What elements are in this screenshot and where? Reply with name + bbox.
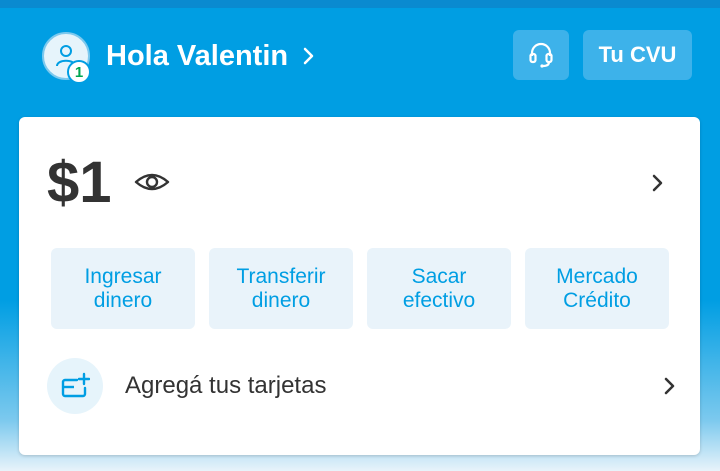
account-card: $1 Ingresar dinero Transferir dinero Sac… [19,117,700,455]
deposit-money-button[interactable]: Ingresar dinero [51,248,195,329]
chevron-right-icon[interactable] [651,173,665,193]
level-badge: 1 [67,60,91,84]
transfer-money-button[interactable]: Transferir dinero [209,248,353,329]
add-card-icon [61,372,90,398]
add-cards-row[interactable]: Agregá tus tarjetas [47,357,677,415]
top-status-strip [0,0,720,8]
action-label: Ingresar dinero [84,264,162,312]
headset-icon [529,42,553,68]
chevron-right-icon [303,47,314,65]
add-cards-label: Agregá tus tarjetas [125,372,327,399]
mercado-credito-button[interactable]: Mercado Crédito [525,248,669,329]
action-label: Transferir dinero [236,264,326,312]
cvu-button[interactable]: Tu CVU [583,30,692,80]
header: 1 Hola Valentin Tu CVU [0,8,720,108]
eye-icon[interactable] [134,167,170,197]
balance-amount: $1 [47,149,112,215]
add-card-icon-circle [47,358,103,414]
greeting-text: Hola Valentin [106,39,289,72]
support-button[interactable] [513,30,569,80]
action-label: Mercado Crédito [556,264,638,312]
quick-actions: Ingresar dinero Transferir dinero Sacar … [51,248,669,329]
chevron-right-icon [664,377,675,395]
action-label: Sacar efectivo [402,264,476,312]
withdraw-cash-button[interactable]: Sacar efectivo [367,248,511,329]
greeting-link[interactable]: Hola Valentin [106,36,316,76]
